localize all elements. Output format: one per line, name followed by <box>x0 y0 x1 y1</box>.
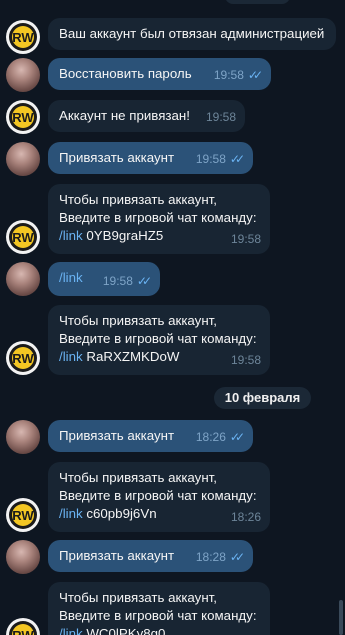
rw-logo-icon: RW <box>9 344 37 372</box>
svg-text:RW: RW <box>12 230 34 245</box>
rw-logo-icon: RW <box>9 621 37 635</box>
bot-avatar[interactable]: RW <box>6 100 40 134</box>
svg-text:RW: RW <box>12 351 34 366</box>
link-command[interactable]: /link <box>59 228 83 243</box>
user-avatar[interactable] <box>6 262 40 296</box>
date-separator-top <box>225 0 290 4</box>
message-time: 19:58 <box>205 110 236 124</box>
bot-avatar[interactable]: RW <box>6 618 40 635</box>
message-meta: 18:26 <box>231 508 261 526</box>
bot-avatar[interactable]: RW <box>6 341 40 375</box>
message-text: Чтобы привязать аккаунт, Введите в игров… <box>59 192 257 225</box>
double-check-icon: ✓✓ <box>229 152 245 166</box>
message-time: 19:58 <box>102 274 133 288</box>
user-avatar[interactable] <box>6 58 40 92</box>
scrollbar-thumb[interactable] <box>339 600 343 635</box>
rw-logo-icon: RW <box>9 501 37 529</box>
rw-logo-icon: RW <box>9 223 37 251</box>
message-bubble[interactable]: Привязать аккаунт 19:58 ✓✓ <box>48 142 253 174</box>
message-time: 18:26 <box>230 510 261 524</box>
message-text: Чтобы привязать аккаунт, Введите в игров… <box>59 313 257 346</box>
svg-text:RW: RW <box>12 110 34 125</box>
message-meta: 19:58 <box>231 230 261 248</box>
message-bubble[interactable]: Чтобы привязать аккаунт, Введите в игров… <box>48 305 270 375</box>
message-meta: 19:58 <box>206 108 236 126</box>
date-separator: 10 февраля <box>214 387 311 409</box>
message-time: 18:28 <box>195 550 226 564</box>
message-text: Чтобы привязать аккаунт, Введите в игров… <box>59 590 257 623</box>
link-command[interactable]: /link <box>59 506 83 521</box>
message-bubble[interactable]: Чтобы привязать аккаунт, Введите в игров… <box>48 184 270 254</box>
link-code: 0YB9graHZ5 <box>82 228 164 243</box>
double-check-icon: ✓✓ <box>229 550 245 564</box>
link-code: c60pb9j6Vn <box>82 506 157 521</box>
svg-text:RW: RW <box>12 30 34 45</box>
message-text: Чтобы привязать аккаунт, Введите в игров… <box>59 470 257 503</box>
link-code: RaRXZMKDoW <box>82 349 180 364</box>
double-check-icon: ✓✓ <box>229 430 245 444</box>
message-bubble[interactable]: Чтобы привязать аккаунт, Введите в игров… <box>48 462 270 532</box>
message-meta: 19:58 ✓✓ <box>213 66 263 84</box>
message-meta: 19:58 <box>231 351 261 369</box>
user-avatar[interactable] <box>6 142 40 176</box>
message-bubble[interactable]: Аккаунт не привязан! 19:58 <box>48 100 245 132</box>
message-time: 19:58 <box>195 152 226 166</box>
link-command[interactable]: /link <box>59 626 83 635</box>
user-avatar[interactable] <box>6 420 40 454</box>
message-bubble[interactable]: Восстановить пароль 19:58 ✓✓ <box>48 58 271 90</box>
message-time: 19:58 <box>213 68 244 82</box>
double-check-icon: ✓✓ <box>136 274 152 288</box>
chat-history[interactable]: RW Ваш аккаунт был отвязан администрацие… <box>0 0 345 635</box>
user-avatar[interactable] <box>6 540 40 574</box>
message-meta: 19:58 ✓✓ <box>195 150 245 168</box>
message-meta: 18:28 ✓✓ <box>195 548 245 566</box>
message-bubble[interactable]: Привязать аккаунт 18:28 ✓✓ <box>48 540 253 572</box>
message-bubble[interactable]: Привязать аккаунт 18:26 ✓✓ <box>48 420 253 452</box>
double-check-icon: ✓✓ <box>247 68 263 82</box>
message-text: Ваш аккаунт был отвязан администрацией <box>59 26 325 41</box>
bot-avatar[interactable]: RW <box>6 220 40 254</box>
message-bubble[interactable]: Ваш аккаунт был отвязан администрацией <box>48 18 336 50</box>
rw-logo-icon: RW <box>9 103 37 131</box>
message-meta: 18:26 ✓✓ <box>195 428 245 446</box>
message-bubble[interactable]: Чтобы привязать аккаунт, Введите в игров… <box>48 582 270 635</box>
message-time: 19:58 <box>230 232 261 246</box>
bot-avatar[interactable]: RW <box>6 498 40 532</box>
message-time: 19:58 <box>230 353 261 367</box>
message-bubble[interactable]: /link 19:58 ✓✓ <box>48 262 160 296</box>
message-meta: 19:58 ✓✓ <box>102 272 152 290</box>
svg-text:RW: RW <box>12 508 34 523</box>
rw-logo-icon: RW <box>9 23 37 51</box>
link-command[interactable]: /link <box>59 349 83 364</box>
link-code: WC0lPKy8g0 <box>82 626 166 635</box>
svg-text:RW: RW <box>12 628 34 635</box>
message-time: 18:26 <box>195 430 226 444</box>
bot-avatar[interactable]: RW <box>6 20 40 54</box>
